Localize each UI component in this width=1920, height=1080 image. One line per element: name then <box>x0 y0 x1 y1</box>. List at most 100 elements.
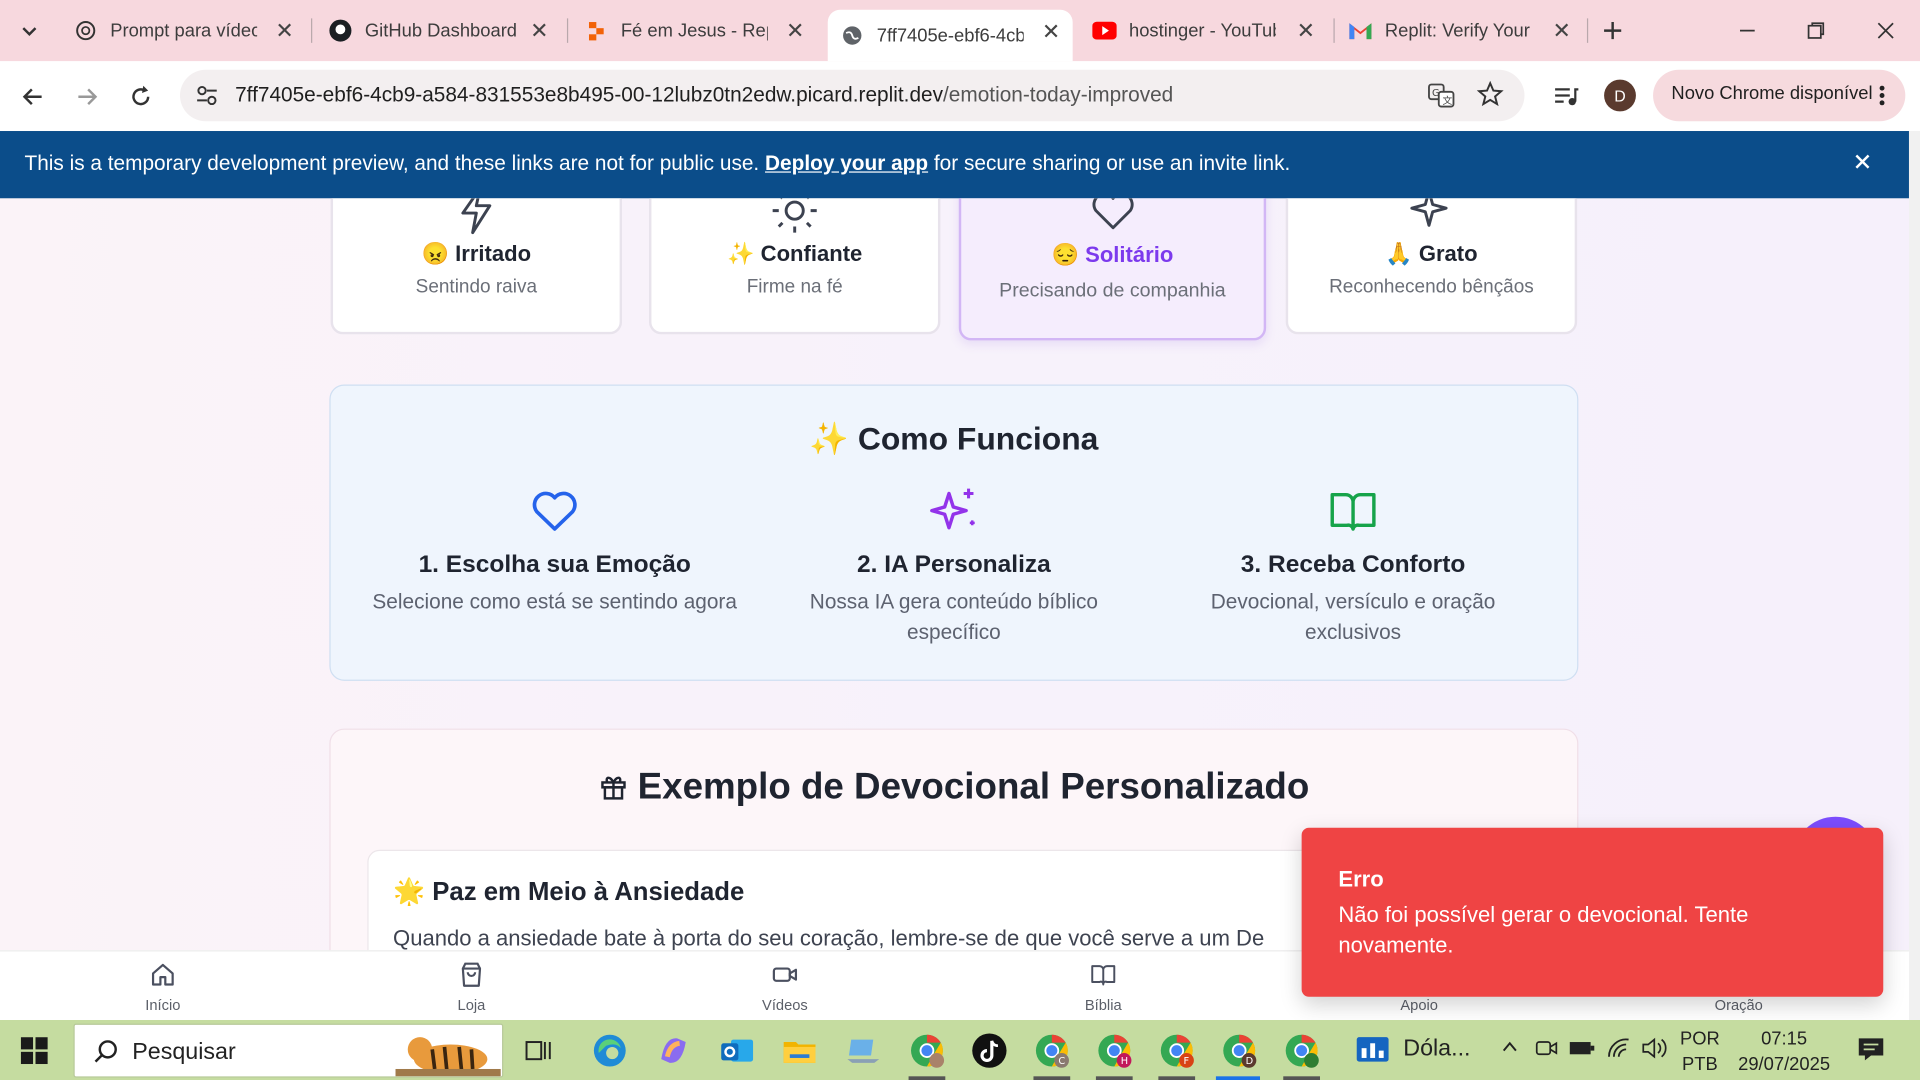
nav-label: Bíblia <box>1084 996 1122 1014</box>
close-tab-icon[interactable]: ✕ <box>275 18 293 44</box>
url-path: /emotion-today-improved <box>943 83 1174 107</box>
tab-search-button[interactable] <box>12 13 46 47</box>
browser-toolbar: 7ff7405e-ebf6-4cb9-a584-831553e8b495-00-… <box>0 61 1920 132</box>
forward-button[interactable] <box>70 80 104 114</box>
task-view-icon[interactable] <box>519 1031 558 1070</box>
close-tab-icon[interactable]: ✕ <box>1553 18 1571 44</box>
copilot-icon[interactable] <box>654 1031 693 1070</box>
bookmark-star-icon[interactable] <box>1476 80 1504 114</box>
sun-icon <box>772 198 817 233</box>
media-controls-button[interactable] <box>1549 80 1583 114</box>
taskbar-search-box[interactable]: Pesquisar <box>73 1023 504 1078</box>
laptop-app-icon[interactable] <box>844 1031 883 1070</box>
keyboard-layout: PTB <box>1682 1054 1718 1076</box>
queue-music-icon <box>1555 88 1579 106</box>
deploy-link[interactable]: Deploy your app <box>765 152 928 175</box>
tab-active-preview[interactable]: 7ff7405e-ebf6-4cb ✕ <box>827 9 1073 62</box>
chart-app-icon <box>1356 1037 1389 1062</box>
close-banner-button[interactable] <box>1851 151 1873 179</box>
card-title-text: Paz em Meio à Ansiedade <box>432 877 745 907</box>
tab-replit[interactable]: Fé em Jesus - Repl ✕ <box>572 10 817 52</box>
chrome-profile-e-icon[interactable] <box>1282 1031 1321 1070</box>
meet-now-icon[interactable] <box>1535 1037 1558 1065</box>
title-text: Exemplo de Devocional Personalizado <box>637 766 1310 807</box>
tiktok-icon[interactable] <box>970 1031 1009 1070</box>
tab-title: Fé em Jesus - Repl <box>620 20 768 42</box>
chrome-profile-h-icon[interactable]: H <box>1095 1031 1134 1070</box>
openai-icon <box>73 18 97 42</box>
sparkles-icon <box>930 488 975 530</box>
emotion-card-grato[interactable]: 🙏 Grato Reconhecendo bênçãos <box>1285 198 1578 335</box>
tab-title: hostinger - YouTub <box>1128 20 1276 42</box>
replit-icon <box>584 18 608 42</box>
nav-item-loja[interactable]: Loja <box>410 961 532 1014</box>
new-tab-button[interactable] <box>1596 13 1630 47</box>
windows-taskbar: Pesquisar C H F D Dóla... POR PTB 07:15 … <box>0 1020 1920 1080</box>
wifi-icon[interactable] <box>1607 1037 1631 1065</box>
close-tab-icon[interactable]: ✕ <box>786 18 804 44</box>
minimize-button[interactable] <box>1730 13 1764 47</box>
address-bar[interactable]: 7ff7405e-ebf6-4cb9-a584-831553e8b495-00-… <box>180 69 1525 122</box>
clock-time: 07:15 <box>1761 1028 1808 1050</box>
notification-icon[interactable] <box>1856 1036 1885 1069</box>
reload-icon <box>132 85 150 106</box>
edge-icon[interactable] <box>590 1031 629 1070</box>
volume-icon[interactable] <box>1641 1037 1668 1065</box>
error-toast[interactable]: Erro Não foi possível gerar o devocional… <box>1301 827 1884 997</box>
chrome-profile-icon[interactable] <box>907 1031 946 1070</box>
taskbar-app-label: Dóla... <box>1403 1035 1471 1062</box>
emotion-card-confiante[interactable]: ✨ Confiante Firme na fé <box>648 198 941 335</box>
back-button[interactable] <box>16 80 50 114</box>
clock[interactable]: 07:15 29/07/2025 <box>1735 1026 1833 1077</box>
chrome-profile-c-icon[interactable]: C <box>1032 1031 1071 1070</box>
video-icon <box>772 967 798 982</box>
tab-github[interactable]: GitHub Dashboard ✕ <box>316 10 561 52</box>
chevron-up-icon[interactable] <box>1501 1038 1518 1061</box>
emotion-emoji: 😠 <box>421 241 450 266</box>
profile-avatar[interactable]: D <box>1604 79 1636 112</box>
url-text[interactable]: 7ff7405e-ebf6-4cb9-a584-831553e8b495-00-… <box>235 83 1173 107</box>
chrome-profile-f-icon[interactable]: F <box>1157 1031 1196 1070</box>
emotion-subtitle: Firme na fé <box>746 276 843 298</box>
tab-prompt[interactable]: Prompt para vídeo ✕ <box>61 10 306 52</box>
banner-text: This is a temporary development preview,… <box>24 152 1290 176</box>
nav-item-inicio[interactable]: Início <box>102 961 224 1014</box>
svg-text:C: C <box>1058 1056 1065 1067</box>
close-tab-icon[interactable]: ✕ <box>1297 18 1315 44</box>
emotion-subtitle: Reconhecendo bênçãos <box>1329 276 1534 298</box>
svg-text:H: H <box>1121 1056 1128 1067</box>
site-settings-icon[interactable] <box>195 83 219 114</box>
book-icon <box>1091 965 1116 986</box>
emotion-card-solitario[interactable]: 😔 Solitário Precisando de companhia <box>958 198 1267 341</box>
close-tab-icon[interactable]: ✕ <box>1042 20 1060 46</box>
step-title: 3. Receba Conforto <box>1240 551 1466 578</box>
chevron-down-icon <box>22 27 37 37</box>
emotion-title-text: Confiante <box>760 241 863 266</box>
chrome-profile-d-icon[interactable]: D <box>1220 1031 1259 1070</box>
arrow-left-icon <box>22 88 42 105</box>
nav-item-biblia[interactable]: Bíblia <box>1042 961 1164 1014</box>
tab-gmail[interactable]: Replit: Verify Your ✕ <box>1338 10 1583 52</box>
battery-icon[interactable] <box>1569 1038 1596 1064</box>
nav-item-videos[interactable]: Vídeos <box>724 961 846 1014</box>
close-window-button[interactable] <box>1869 13 1903 47</box>
chrome-update-button[interactable]: Novo Chrome disponível <box>1653 69 1906 122</box>
page-scrollbar[interactable] <box>1908 131 1920 1021</box>
emotion-title: 🙏 Grato <box>1288 241 1575 267</box>
windows-start-icon[interactable] <box>20 1037 48 1070</box>
zap-icon <box>461 198 492 235</box>
file-explorer-icon[interactable] <box>780 1031 819 1070</box>
reload-button[interactable] <box>124 80 158 114</box>
language-indicator[interactable]: POR PTB <box>1680 1026 1720 1077</box>
globe-icon <box>840 23 864 47</box>
restore-button[interactable] <box>1799 13 1833 47</box>
emotion-card-irritado[interactable]: 😠 Irritado Sentindo raiva <box>330 198 623 335</box>
tab-youtube[interactable]: hostinger - YouTub ✕ <box>1082 10 1327 52</box>
outlook-icon[interactable] <box>718 1031 757 1070</box>
translate-icon[interactable]: G文 <box>1428 82 1455 115</box>
toast-message: Não foi possível gerar o devocional. Ten… <box>1338 902 1749 958</box>
title-emoji: ✨ <box>809 420 849 457</box>
sparkle-icon <box>1410 198 1448 227</box>
taskbar-app-dolar[interactable]: Dóla... <box>1356 1035 1471 1064</box>
close-tab-icon[interactable]: ✕ <box>530 18 548 44</box>
